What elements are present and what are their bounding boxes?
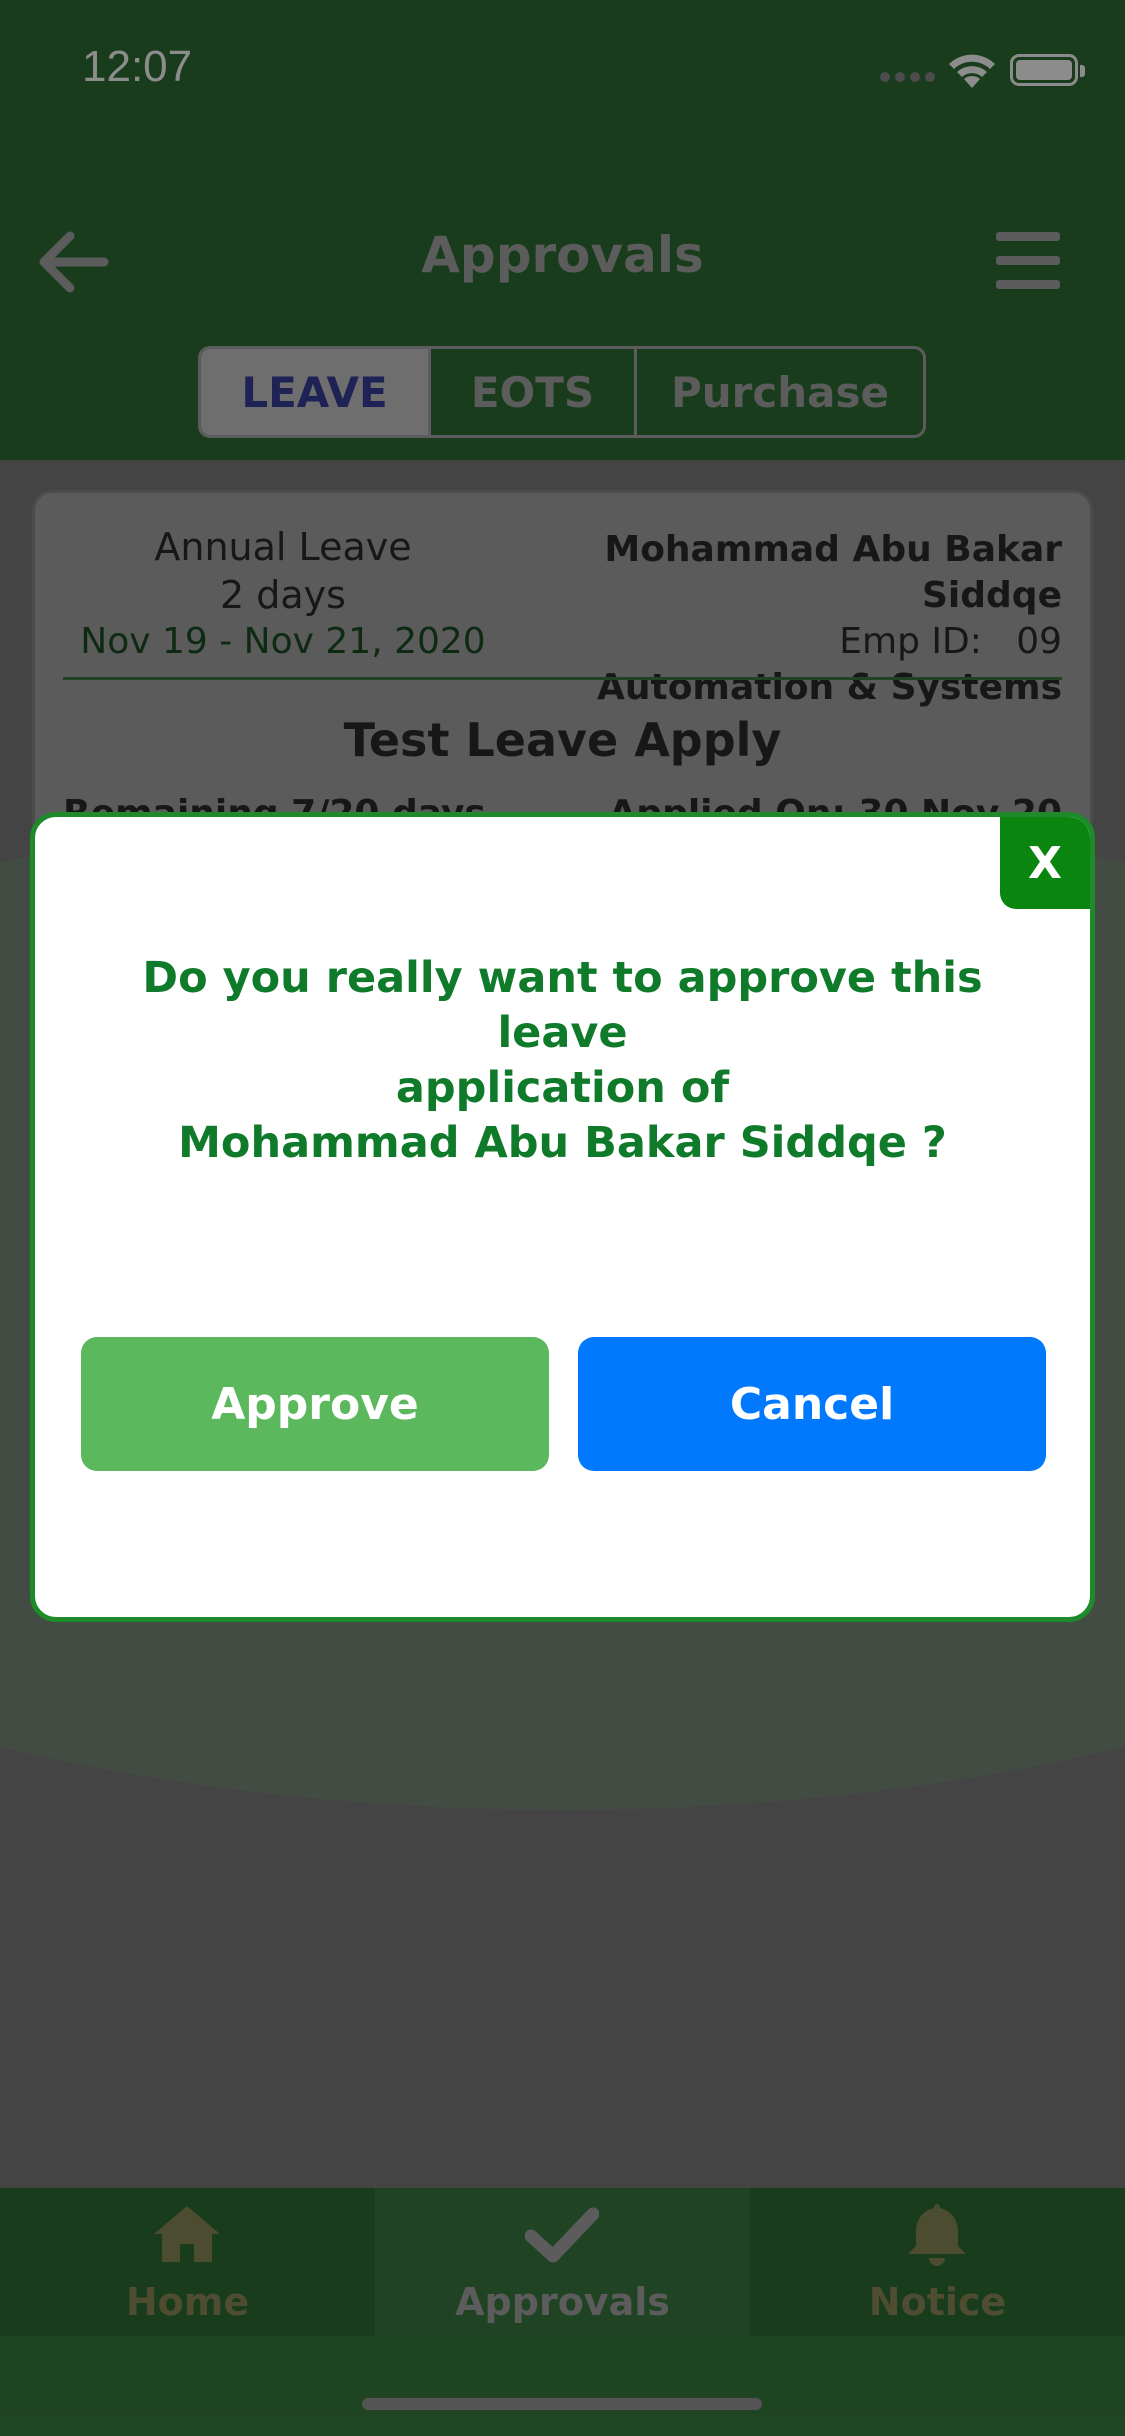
confirmation-message: Do you really want to approve this leave… (75, 951, 1050, 1171)
approve-button[interactable]: Approve (81, 1337, 549, 1471)
confirmation-message-line-1: Do you really want to approve this leave (142, 953, 983, 1058)
cancel-button[interactable]: Cancel (578, 1337, 1046, 1471)
approve-confirmation-dialog: X Do you really want to approve this lea… (30, 812, 1095, 1622)
close-button[interactable]: X (1000, 817, 1090, 909)
confirmation-message-line-3: Mohammad Abu Bakar Siddqe ? (178, 1118, 947, 1168)
confirmation-message-line-2: application of (395, 1063, 730, 1113)
